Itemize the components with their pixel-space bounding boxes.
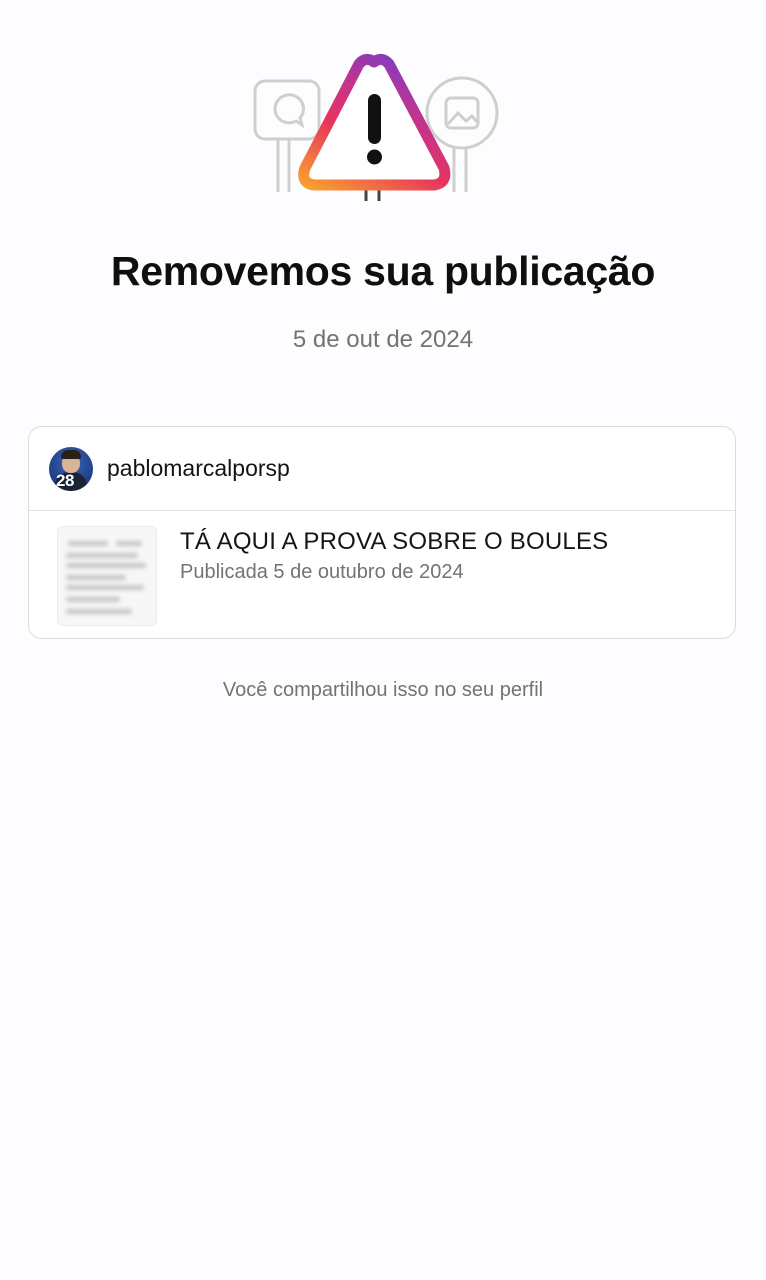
removed-post-card[interactable]: 28 pablomarcalporsp TÁ AQUI A PROVA SOBR… bbox=[28, 426, 736, 639]
avatar[interactable]: 28 bbox=[49, 446, 93, 491]
username[interactable]: pablomarcalporsp bbox=[107, 455, 290, 482]
post-caption: TÁ AQUI A PROVA SOBRE O BOULES bbox=[180, 528, 609, 555]
post-author-row[interactable]: 28 pablomarcalporsp bbox=[29, 427, 735, 511]
post-published-date: Publicada 5 de outubro de 2024 bbox=[180, 561, 464, 583]
post-preview-row[interactable]: TÁ AQUI A PROVA SOBRE O BOULES Publicada… bbox=[29, 511, 735, 626]
page-title: Removemos sua publicação bbox=[110, 248, 656, 294]
removed-post-illustration bbox=[0, 40, 766, 215]
warning-sign-icon bbox=[253, 53, 499, 201]
avatar-badge: 28 bbox=[56, 470, 74, 490]
post-thumbnail[interactable] bbox=[57, 526, 157, 626]
shared-on-profile-note: Você compartilhou isso no seu perfil bbox=[222, 679, 544, 701]
removal-date: 5 de out de 2024 bbox=[292, 326, 474, 353]
